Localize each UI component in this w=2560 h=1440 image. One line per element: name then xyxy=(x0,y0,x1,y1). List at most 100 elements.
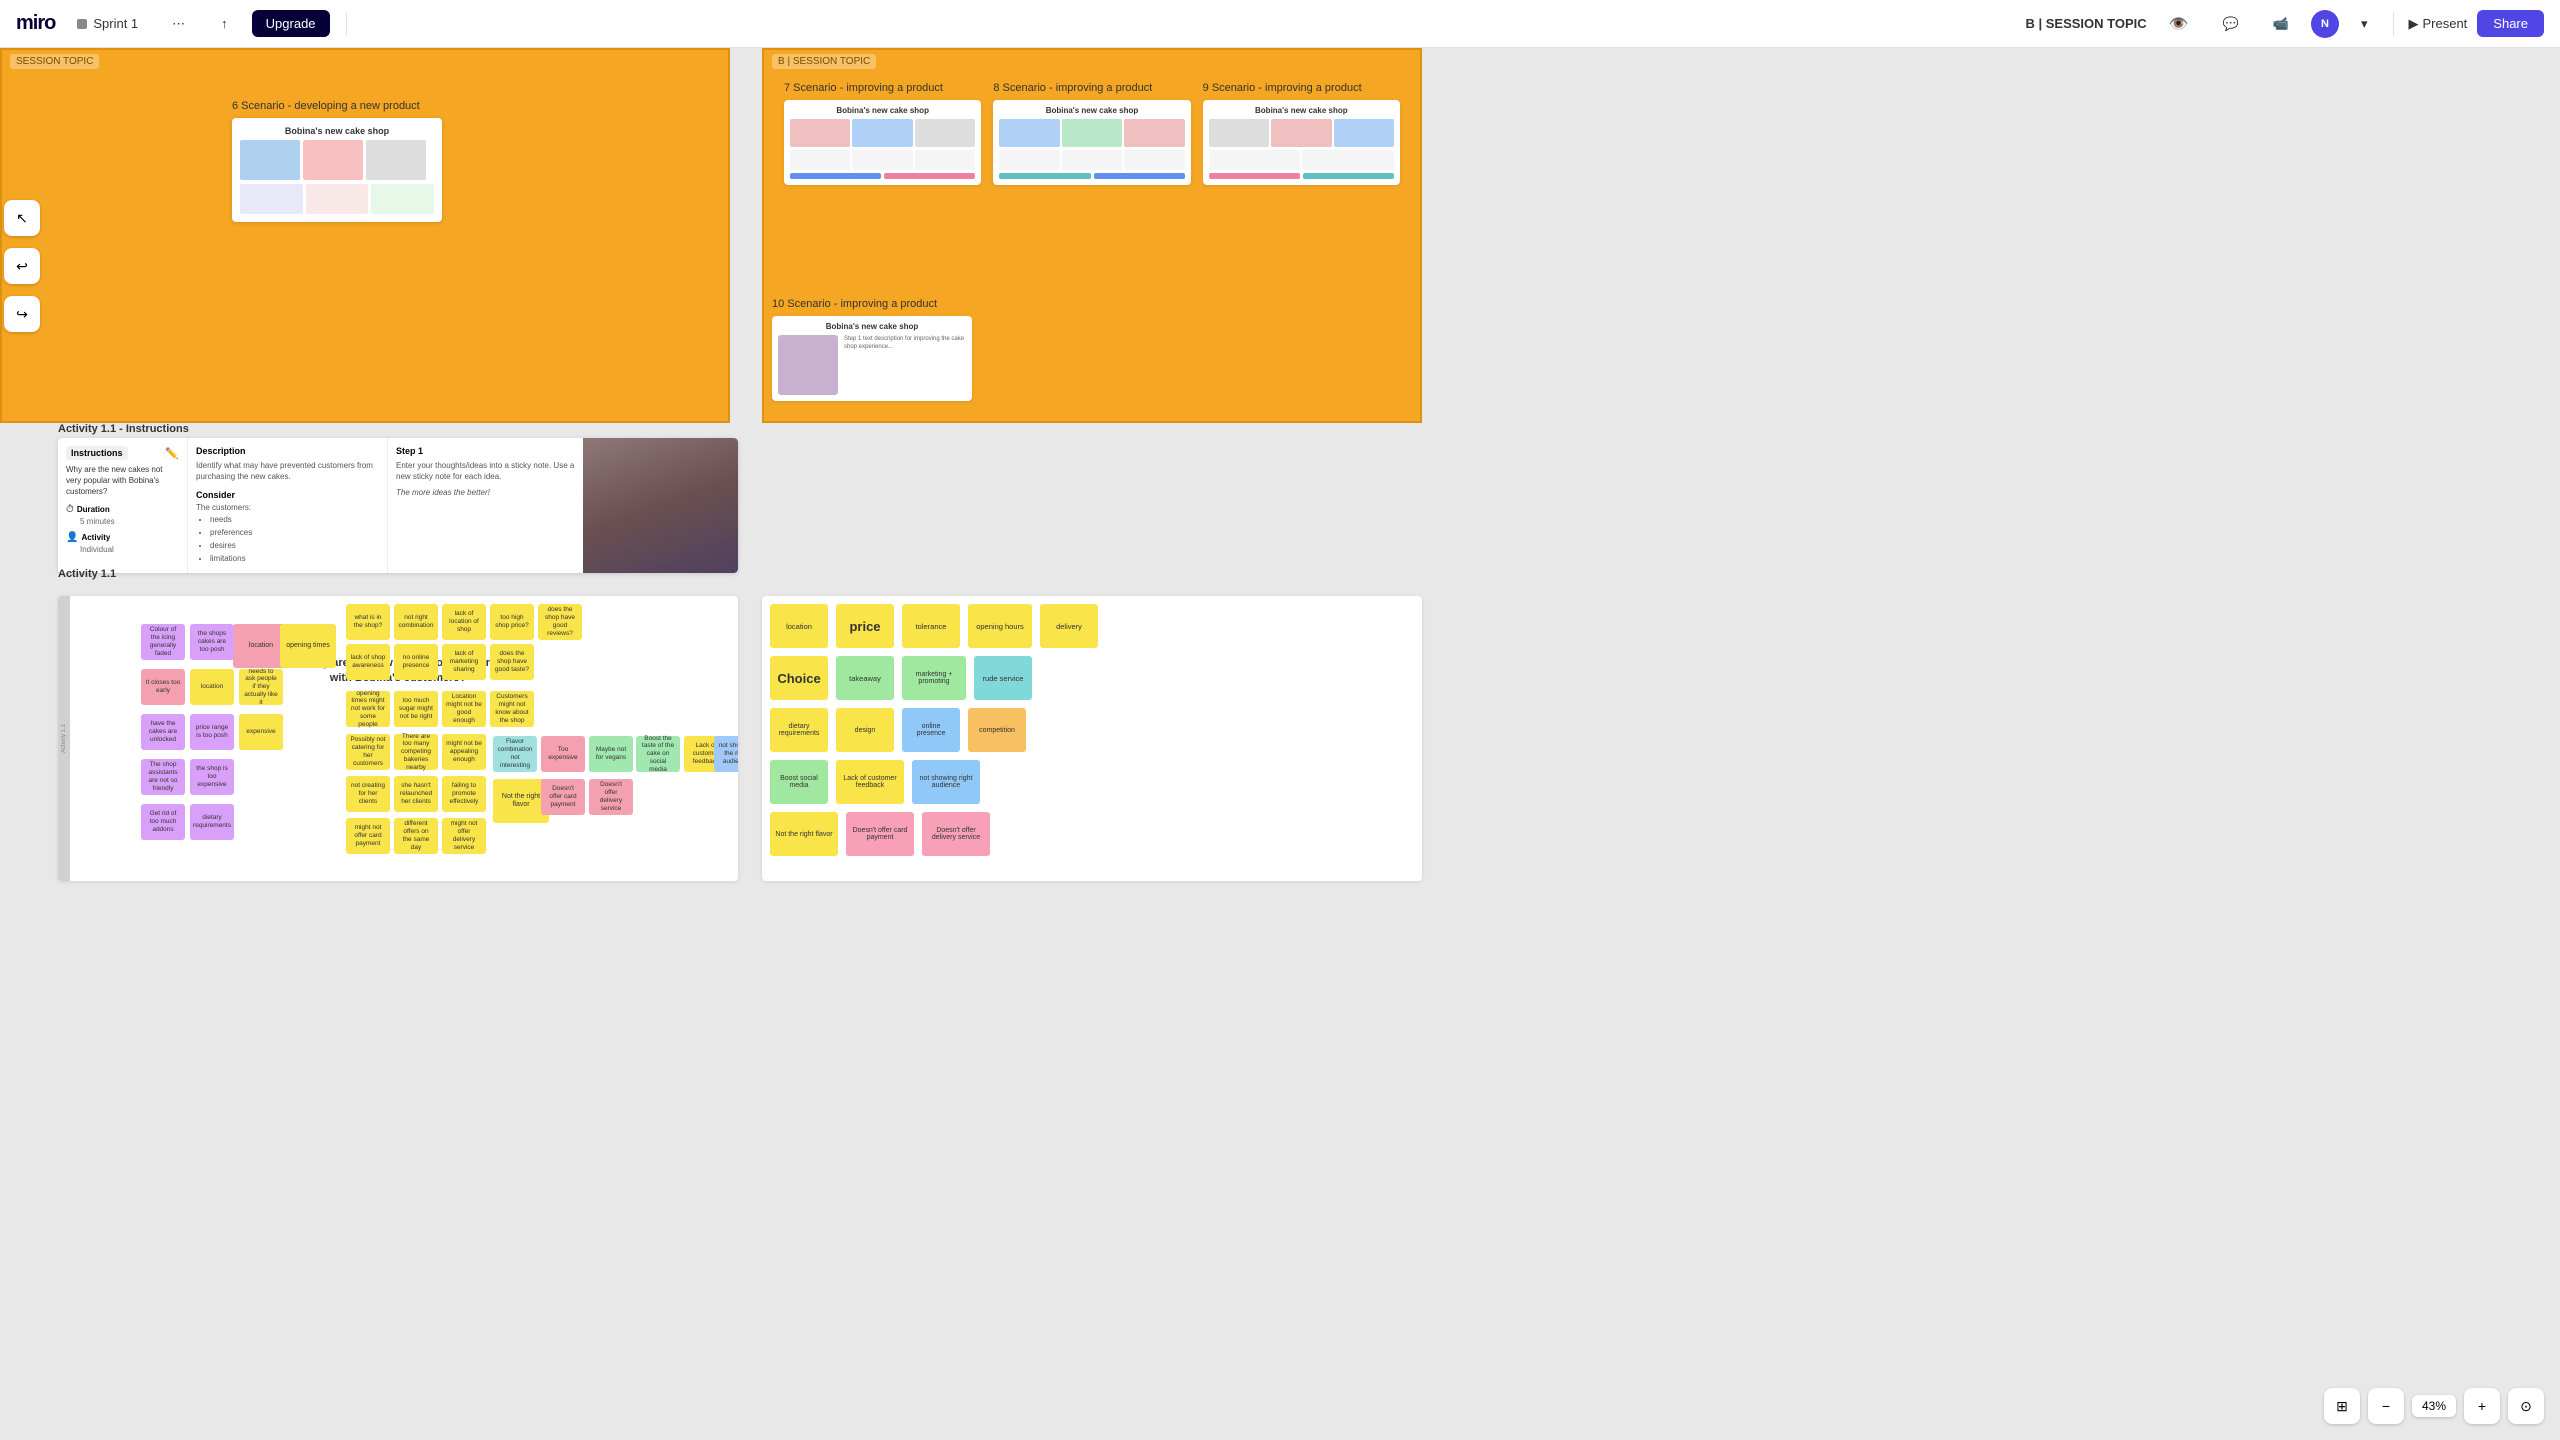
sticky-combination: not right combination xyxy=(394,604,438,640)
rp-marketing: marketing + promoting xyxy=(902,656,966,700)
rp-opening-hours: opening hours xyxy=(968,604,1032,648)
redo-tool[interactable]: ↪ xyxy=(4,296,40,332)
fit-screen-button[interactable]: ⊙ xyxy=(2508,1388,2544,1424)
sticky-lack-marketing: lack of marketing sharing xyxy=(442,644,486,680)
rp-not-right-flavor2: Not the right flavor xyxy=(770,812,838,856)
sticky-colour-icing: Colour of the icing generally faded xyxy=(141,624,185,660)
canvas: SESSION TOPIC 6 Scenario - developing a … xyxy=(0,48,2560,1440)
scenario6-card: Bobina's new cake shop xyxy=(232,118,442,222)
consider-title: Consider xyxy=(196,490,379,500)
instructions-left-col: Instructions ✏️ Why are the new cakes no… xyxy=(58,438,188,573)
activity-board: Activity 1.1 Why are the new cakes not p… xyxy=(58,596,738,881)
s9-bar1 xyxy=(1209,173,1300,179)
s8-img2 xyxy=(1062,119,1122,147)
scenario7-imgs xyxy=(790,119,975,147)
rp-wrong-audience2: not showing right audience xyxy=(912,760,980,804)
right-session-topic: B | SESSION TOPIC xyxy=(772,54,876,69)
scenario10-content: Step 1 text description for improving th… xyxy=(778,335,966,395)
s10-text: Step 1 text description for improving th… xyxy=(844,335,966,395)
activity-type-icon: 👤 xyxy=(66,532,78,543)
step1-title: Step 1 xyxy=(396,446,578,456)
user-avatar[interactable]: N xyxy=(2311,10,2339,38)
rp-tolerance: tolerance xyxy=(902,604,960,648)
scenario8-card-title: Bobina's new cake shop xyxy=(999,106,1184,115)
zoom-in-button[interactable]: + xyxy=(2464,1388,2500,1424)
toolbar: miro Sprint 1 ⋯ ↑ Upgrade B | SESSION TO… xyxy=(0,0,2560,48)
sticky-not-relaunched: she hasn't relaunched her clients xyxy=(394,776,438,812)
sticky-needs-ask: needs to ask people if they actually lik… xyxy=(239,669,283,705)
undo-tool[interactable]: ↩ xyxy=(4,248,40,284)
s9-img2 xyxy=(1271,119,1331,147)
sticky-too-much-sugar: too much sugar might not be right xyxy=(394,691,438,727)
s8-bar1 xyxy=(999,173,1090,179)
toolbar-separator xyxy=(346,12,347,36)
consider-text: The customers: xyxy=(196,503,379,512)
rp-no-card2: Doesn't offer card payment xyxy=(846,812,914,856)
rp-no-delivery2: Doesn't offer delivery service xyxy=(922,812,990,856)
rp-competition: competition xyxy=(968,708,1026,752)
miro-logo: miro xyxy=(16,12,55,35)
scenario8-section: 8 Scenario - improving a product Bobina'… xyxy=(993,82,1190,185)
activity-type-label: Activity xyxy=(81,533,110,542)
upgrade-button[interactable]: Upgrade xyxy=(252,10,330,37)
share-button[interactable]: Share xyxy=(2477,10,2544,37)
upload-button[interactable]: ↑ xyxy=(209,10,240,37)
tab-dot xyxy=(77,19,87,29)
rp-location: location xyxy=(770,604,828,648)
instructions-image xyxy=(583,438,738,573)
sticky-opening-times-work: opening times might not work for some pe… xyxy=(346,691,390,727)
scenario9-card: Bobina's new cake shop xyxy=(1203,100,1400,185)
s10-img xyxy=(778,335,838,395)
s8-info2 xyxy=(1062,150,1122,170)
s9-bar2 xyxy=(1303,173,1394,179)
s7-img3 xyxy=(915,119,975,147)
cursor-tool[interactable]: ↖ xyxy=(4,200,40,236)
card-img-3 xyxy=(366,140,426,180)
s8-img3 xyxy=(1124,119,1184,147)
s9-bottom xyxy=(1209,173,1394,179)
rp-boost-social: Boost social media xyxy=(770,760,828,804)
scenario6-text-rows xyxy=(240,184,434,214)
chat-icon[interactable]: 💬 xyxy=(2211,10,2251,38)
sticky-good-taste: does the shop have good taste? xyxy=(490,644,534,680)
scenario7-section: 7 Scenario - improving a product Bobina'… xyxy=(784,82,981,185)
right-session-panel: B | SESSION TOPIC 7 Scenario - improving… xyxy=(762,48,1422,423)
zoom-out-button[interactable]: − xyxy=(2368,1388,2404,1424)
s8-bottom xyxy=(999,173,1184,179)
scenario7-info xyxy=(790,150,975,170)
sticky-it-closes: It closes too early xyxy=(141,669,185,705)
camera-icon[interactable]: 📹 xyxy=(2261,10,2301,38)
scenario6-card-title: Bobina's new cake shop xyxy=(240,126,434,136)
s9-img3 xyxy=(1334,119,1394,147)
sticky-location-2: location xyxy=(190,669,234,705)
left-session-panel: SESSION TOPIC 6 Scenario - developing a … xyxy=(0,48,730,423)
chevron-down-icon[interactable]: ▾ xyxy=(2349,10,2380,38)
card-text-2 xyxy=(306,184,369,214)
scenario10-card-title: Bobina's new cake shop xyxy=(778,322,966,331)
s7-info3 xyxy=(915,150,975,170)
description-title: Description xyxy=(196,446,379,456)
grid-view-button[interactable]: ⊞ xyxy=(2324,1388,2360,1424)
sticky-boost-taste: Boost the taste of the cake on social me… xyxy=(636,736,680,772)
consider-item-desires: desires xyxy=(210,540,379,553)
sticky-high-price: too high shop price? xyxy=(490,604,534,640)
sticky-competing: There are too many competing bakeries ne… xyxy=(394,734,438,770)
rp-choice: Choice xyxy=(770,656,828,700)
scenario6-section: 6 Scenario - developing a new product Bo… xyxy=(232,100,442,222)
left-sidebar: ↖ ↩ ↪ xyxy=(0,200,44,332)
more-icon: ⋯ xyxy=(172,16,185,31)
sticky-expensive: expensive xyxy=(239,714,283,750)
step1-note: The more ideas the better! xyxy=(396,488,578,497)
scenario8-card: Bobina's new cake shop xyxy=(993,100,1190,185)
present-button[interactable]: ▶ Present xyxy=(2408,16,2467,32)
scenario9-imgs xyxy=(1209,119,1394,147)
sticky-no-delivery: Doesn't offer delivery service xyxy=(589,779,633,815)
card-img-2 xyxy=(303,140,363,180)
more-button[interactable]: ⋯ xyxy=(160,10,197,38)
sprint-tab[interactable]: Sprint 1 xyxy=(67,12,148,35)
scenario8-imgs xyxy=(999,119,1184,147)
pencil-icon[interactable]: ✏️ xyxy=(165,447,179,460)
sticky-not-delivery: might not offer delivery service xyxy=(442,818,486,854)
s9-info2 xyxy=(1302,150,1394,170)
emoji-icons[interactable]: 👁️ xyxy=(2157,8,2201,40)
